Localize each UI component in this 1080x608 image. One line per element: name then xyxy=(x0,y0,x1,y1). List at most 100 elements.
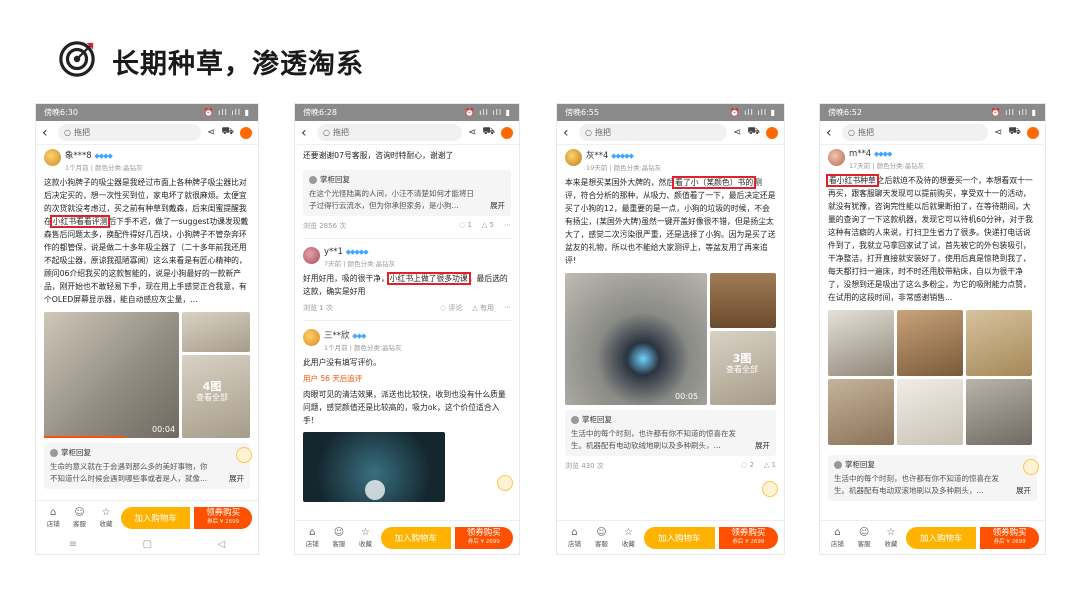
review-video[interactable]: 00:04 xyxy=(44,312,179,438)
cart-icon[interactable]: ⛟ xyxy=(482,126,495,139)
chat-bubble-icon[interactable] xyxy=(497,475,513,491)
menu-icon[interactable]: ≡ xyxy=(69,539,77,550)
review-video[interactable] xyxy=(303,432,445,502)
store-button[interactable]: ⌂ 店铺 xyxy=(826,527,849,548)
store-button[interactable]: ⌂ 店铺 xyxy=(42,507,64,528)
review-photo[interactable] xyxy=(710,273,776,328)
shop-icon xyxy=(50,449,58,457)
chat-bubble-icon[interactable] xyxy=(1023,459,1039,475)
buy-button[interactable]: 领券购买 券后 ¥ 2699 xyxy=(980,526,1040,549)
add-to-cart-button[interactable]: 加入购物车 xyxy=(643,526,715,549)
back-nav-icon[interactable]: ◁ xyxy=(218,539,226,550)
store-icon: ⌂ xyxy=(50,507,57,518)
cart-icon[interactable]: ⛟ xyxy=(221,126,234,139)
review-photo[interactable] xyxy=(966,379,1032,445)
share-icon[interactable]: ⋖ xyxy=(733,127,741,138)
cart-icon[interactable]: ⛟ xyxy=(747,126,760,139)
review-photo-more[interactable]: 4图 查看全部 xyxy=(182,355,250,438)
more-icon[interactable]: ⋯ xyxy=(504,221,511,231)
service-button[interactable]: ☺ 客服 xyxy=(328,527,351,548)
buy-button[interactable]: 领券购买 券后 ¥ 2699 xyxy=(194,506,253,529)
review-text-2: 好用好用，吸的很干净，小红书上做了很多功课，最后选的这款，确实是好用 xyxy=(303,272,511,298)
status-icons: ⏰ ıll ıll ▮ xyxy=(990,108,1037,117)
share-icon[interactable]: ⋖ xyxy=(468,127,476,138)
search-input[interactable]: ○ 拖把 xyxy=(842,124,989,141)
add-to-cart-button[interactable]: 加入购物车 xyxy=(380,526,451,549)
share-icon[interactable]: ⋖ xyxy=(207,127,215,138)
add-to-cart-button[interactable]: 加入购物车 xyxy=(121,506,191,529)
buy-label: 领券购买 xyxy=(992,527,1027,538)
search-input[interactable]: ○ 拖把 xyxy=(317,124,463,141)
service-button[interactable]: ☺ 客服 xyxy=(68,507,90,528)
expand-link[interactable]: 展开 xyxy=(1016,485,1031,497)
back-icon[interactable]: ‹ xyxy=(42,125,52,141)
review-content: 象***8 ◆◆◆◆ 1个月前 | 颜色分类:晶钻灰 这款小狗牌子的吸尘器是我经… xyxy=(36,145,258,520)
review-photo-more[interactable]: 3图 查看全部 xyxy=(710,331,776,405)
chat-bubble-icon[interactable] xyxy=(762,481,778,497)
review-photo[interactable] xyxy=(897,379,963,445)
more-icon[interactable]: ⋯ xyxy=(504,303,511,313)
view-count: 浏览 2856 次 xyxy=(303,222,347,230)
favorite-button[interactable]: ☆ 收藏 xyxy=(95,507,117,528)
view-all-label: 查看全部 xyxy=(726,365,758,374)
like-count[interactable]: △ 5 xyxy=(482,221,494,231)
review-meta: 1个月前 | 颜色分类:晶钻灰 xyxy=(65,164,143,172)
favorite-button[interactable]: ☆ 收藏 xyxy=(354,527,377,548)
shop-icon xyxy=(834,461,842,469)
page-title: 长期种草，渗透淘系 xyxy=(112,49,364,80)
comment-button[interactable]: ◌ 评论 xyxy=(440,303,462,313)
more-menu-icon[interactable] xyxy=(1027,126,1039,139)
bottom-action-bar: ⌂ 店铺 ☺ 客服 ☆ 收藏 加入购物车 领券购买 券后 ¥ 2699 xyxy=(820,520,1045,554)
service-button[interactable]: ☺ 客服 xyxy=(590,527,613,548)
expand-link[interactable]: 展开 xyxy=(490,200,505,212)
favorite-label: 收藏 xyxy=(884,540,898,548)
buy-price: 券后 ¥ 2699 xyxy=(467,538,500,545)
more-menu-icon[interactable] xyxy=(766,126,778,139)
review-video[interactable]: 00:05 xyxy=(565,273,707,405)
expand-link[interactable]: 展开 xyxy=(755,440,770,452)
review-photo[interactable] xyxy=(966,310,1032,376)
store-button[interactable]: ⌂ 店铺 xyxy=(301,527,324,548)
status-bar: 傍晚6:55 ⏰ ıll ıll ▮ xyxy=(557,104,784,121)
buy-button[interactable]: 领券购买 券后 ¥ 2699 xyxy=(454,526,513,549)
more-menu-icon[interactable] xyxy=(501,126,513,139)
search-input[interactable]: ○ 拖把 xyxy=(579,124,728,141)
back-icon[interactable]: ‹ xyxy=(826,125,836,141)
store-button[interactable]: ⌂ 店铺 xyxy=(563,527,586,548)
home-icon[interactable]: ▢ xyxy=(143,539,152,550)
buy-button[interactable]: 领券购买 券后 ¥ 2699 xyxy=(718,526,779,549)
back-icon[interactable]: ‹ xyxy=(563,125,573,141)
review-photo[interactable] xyxy=(897,310,963,376)
review-photo[interactable] xyxy=(828,379,894,445)
service-label: 客服 xyxy=(73,520,87,528)
status-time: 傍晚6:55 xyxy=(565,108,599,117)
expand-link[interactable]: 展开 xyxy=(229,473,244,485)
add-to-cart-button[interactable]: 加入购物车 xyxy=(906,526,977,549)
view-all-label: 查看全部 xyxy=(196,393,228,402)
like-count[interactable]: △ 1 xyxy=(764,461,776,471)
review-photo[interactable] xyxy=(828,310,894,376)
favorite-label: 收藏 xyxy=(621,540,635,548)
cart-icon[interactable]: ⛟ xyxy=(1008,126,1021,139)
reviewer-name: y**1 xyxy=(324,247,343,257)
share-icon[interactable]: ⋖ xyxy=(994,127,1002,138)
search-input[interactable]: ○ 拖把 xyxy=(58,124,202,141)
comment-count[interactable]: ◌ 1 xyxy=(459,221,472,231)
review-text: 这款小狗牌子的吸尘器是我经过市面上各种牌子吸尘器比对后决定买的，想一次性买到位，… xyxy=(44,176,250,306)
more-menu-icon[interactable] xyxy=(240,126,252,139)
helpful-label: 有用 xyxy=(480,304,494,312)
review-photo[interactable] xyxy=(182,312,250,352)
star-icon: ☆ xyxy=(101,507,111,518)
chat-bubble-icon[interactable] xyxy=(236,447,252,463)
favorite-button[interactable]: ☆ 收藏 xyxy=(617,527,640,548)
service-button[interactable]: ☺ 客服 xyxy=(853,527,876,548)
comment-count[interactable]: ◌ 2 xyxy=(741,461,754,471)
buy-price: 券后 ¥ 2699 xyxy=(732,538,765,545)
favorite-button[interactable]: ☆ 收藏 xyxy=(879,527,902,548)
search-icon: ○ xyxy=(585,128,592,137)
photo-grid xyxy=(828,310,1037,445)
helpful-button[interactable]: △ 有用 xyxy=(472,303,494,313)
photo-count: 3图 xyxy=(732,352,752,365)
highlight-box: 看小红书种草 xyxy=(826,174,879,187)
back-icon[interactable]: ‹ xyxy=(301,125,311,141)
